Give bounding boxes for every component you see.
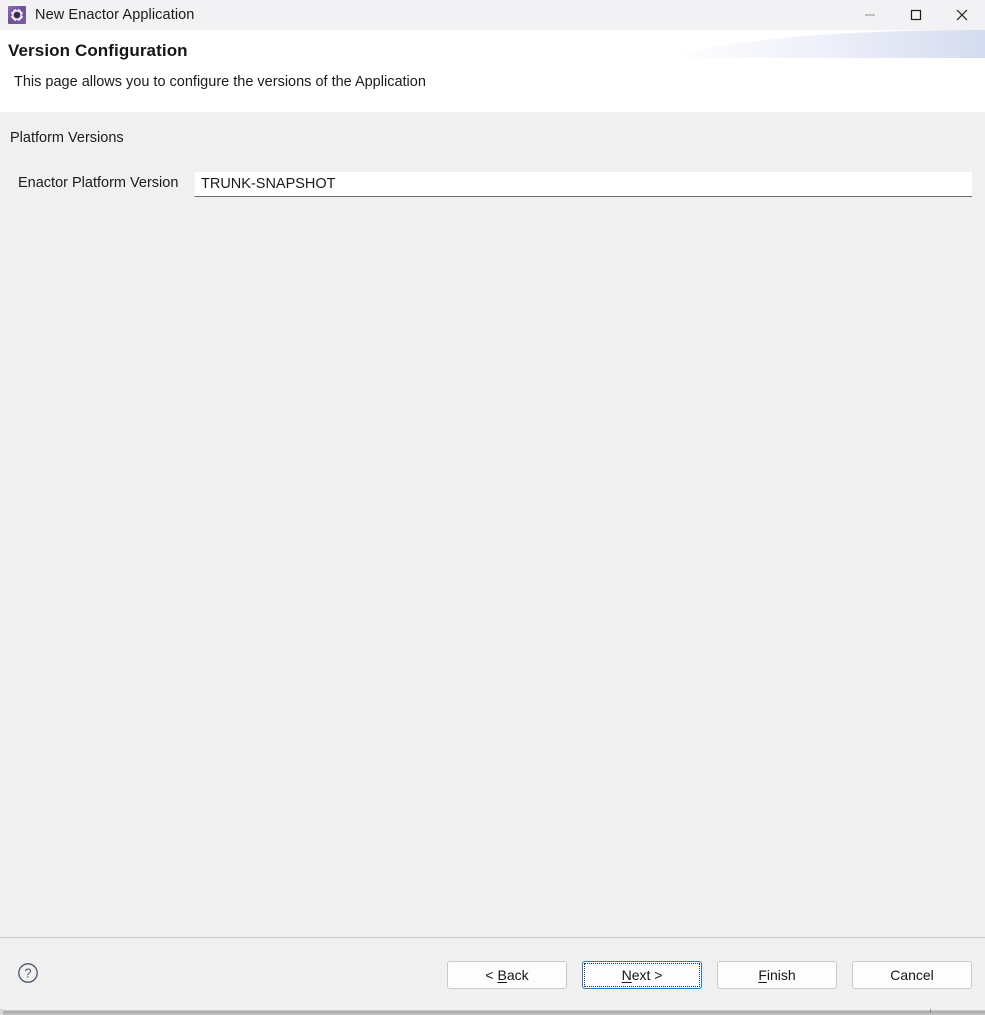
maximize-icon <box>910 9 922 21</box>
svg-text:?: ? <box>25 966 32 980</box>
help-circle-icon: ? <box>18 963 38 983</box>
window-controls <box>847 0 985 30</box>
back-button-label: < Back <box>485 967 529 983</box>
window-title: New Enactor Application <box>35 7 195 23</box>
window-bottom-edge <box>0 1007 985 1015</box>
platform-versions-group-label: Platform Versions <box>10 130 124 146</box>
gear-icon <box>8 6 26 24</box>
minimize-icon <box>865 14 875 16</box>
page-description: This page allows you to configure the ve… <box>14 74 426 90</box>
page-title: Version Configuration <box>8 41 188 60</box>
next-button[interactable]: Next > <box>582 961 702 989</box>
finish-button-label: Finish <box>758 967 796 983</box>
wizard-footer: ? < Back Next > Finish Cancel <box>0 938 985 1007</box>
close-button[interactable] <box>939 0 985 30</box>
header-wave-decoration <box>665 30 985 58</box>
enactor-platform-version-label: Enactor Platform Version <box>18 175 179 191</box>
wizard-button-bar: < Back Next > Finish Cancel <box>447 961 972 989</box>
wizard-header: Version Configuration This page allows y… <box>0 30 985 112</box>
titlebar: New Enactor Application <box>0 0 985 30</box>
new-enactor-application-window: New Enactor Application Version Configur… <box>0 0 985 1015</box>
maximize-button[interactable] <box>893 0 939 30</box>
enactor-platform-version-row: Enactor Platform Version <box>0 172 985 198</box>
next-button-label: Next > <box>621 967 663 983</box>
help-button[interactable]: ? <box>16 961 40 985</box>
minimize-button[interactable] <box>847 0 893 30</box>
window-resize-tick <box>930 1009 931 1013</box>
cancel-button-label: Cancel <box>890 967 934 983</box>
close-icon <box>956 9 968 21</box>
back-button[interactable]: < Back <box>447 961 567 989</box>
finish-button[interactable]: Finish <box>717 961 837 989</box>
cancel-button[interactable]: Cancel <box>852 961 972 989</box>
enactor-platform-version-input[interactable] <box>194 172 972 197</box>
wizard-body: Platform Versions Enactor Platform Versi… <box>0 112 985 937</box>
